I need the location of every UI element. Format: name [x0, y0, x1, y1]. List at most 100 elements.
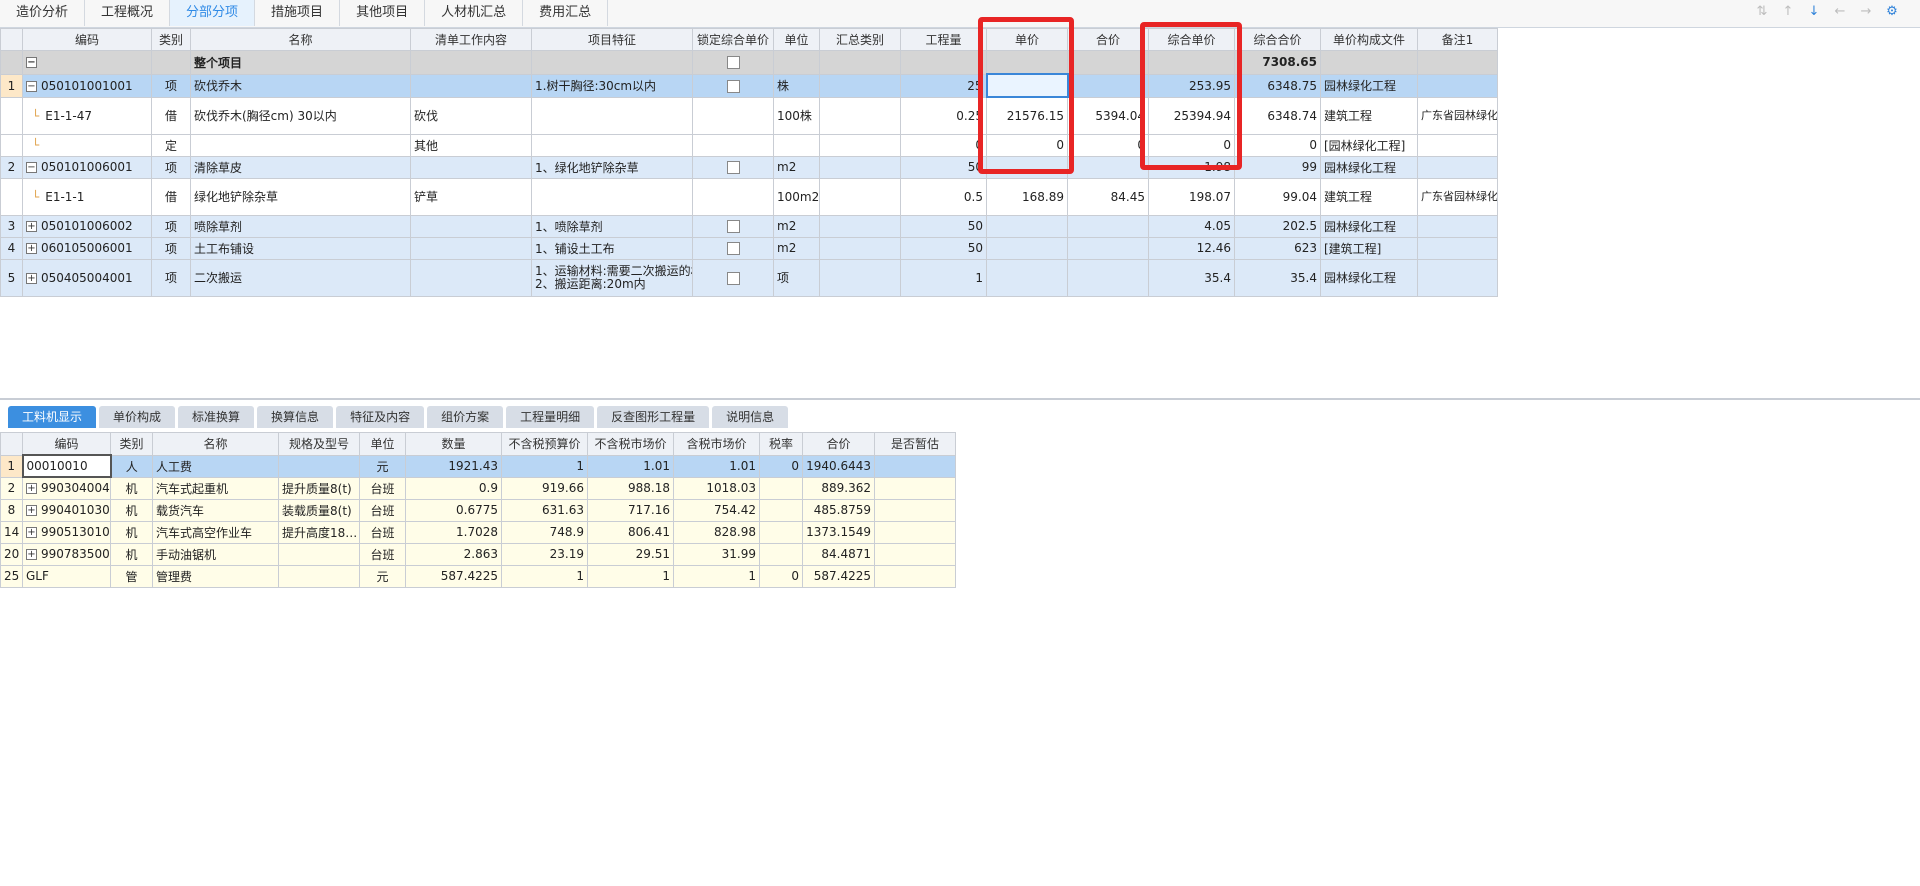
- column-header-2[interactable]: 名称: [190, 28, 411, 51]
- res-estimate-cell[interactable]: [874, 498, 956, 522]
- res-unit-cell[interactable]: 台班: [359, 498, 406, 522]
- unit-price-cell[interactable]: 198.07: [1148, 177, 1235, 216]
- res-code-cell[interactable]: 00010010: [21, 454, 112, 478]
- code-cell[interactable]: └ E1-1-1: [22, 177, 152, 216]
- unit-cell[interactable]: 100m2: [773, 177, 820, 216]
- res-code-cell[interactable]: +990513010: [22, 520, 111, 544]
- res-tax-market-price-cell[interactable]: 754.42: [673, 498, 760, 522]
- res-spec-cell[interactable]: 提升质量8(t): [278, 476, 360, 500]
- amount-cell[interactable]: [1067, 73, 1149, 98]
- unit-cell[interactable]: 株: [773, 73, 820, 98]
- res-code-cell[interactable]: +990783500: [22, 542, 111, 566]
- res-code-cell[interactable]: GLF: [22, 564, 111, 588]
- feature-cell[interactable]: 1、运输材料:需要二次搬运的材料2、搬运距离:20m内: [531, 258, 693, 297]
- lock-cell[interactable]: [692, 258, 774, 297]
- sub-row[interactable]: └ E1-1-47 借砍伐乔木(胸径cm) 30以内 砍伐 100株 0.25 21576.…: [0, 96, 1498, 135]
- res-name-cell[interactable]: 管理费: [152, 564, 279, 588]
- code-cell[interactable]: +060105006001: [22, 236, 152, 260]
- feature-cell[interactable]: [531, 133, 693, 157]
- note-cell[interactable]: [1417, 73, 1498, 98]
- res-qty-cell[interactable]: 1.7028: [405, 520, 502, 544]
- res-type-cell[interactable]: 机: [110, 476, 153, 500]
- res-name-cell[interactable]: 载货汽车: [152, 498, 279, 522]
- amount-cell[interactable]: 5394.04: [1067, 96, 1149, 135]
- work-cell[interactable]: 砍伐: [410, 96, 532, 135]
- qty-cell[interactable]: 0: [900, 133, 987, 157]
- file-cell[interactable]: 园林绿化工程: [1320, 258, 1418, 297]
- res-tax-market-price-cell[interactable]: 1018.03: [673, 476, 760, 500]
- bottom-tab-8[interactable]: 说明信息: [712, 406, 789, 428]
- lock-cell[interactable]: [692, 50, 774, 75]
- price-cell[interactable]: [986, 258, 1068, 297]
- type-cell[interactable]: 项: [151, 214, 191, 238]
- qty-cell[interactable]: 1: [900, 258, 987, 297]
- qty-cell[interactable]: 50: [900, 214, 987, 238]
- feature-cell[interactable]: 1、绿化地铲除杂草: [531, 155, 693, 179]
- res-tax-rate-cell[interactable]: 0: [759, 564, 803, 588]
- res-total-cell[interactable]: 587.4225: [802, 564, 875, 588]
- bottom-tab-3[interactable]: 换算信息: [257, 406, 334, 428]
- bottom-tab-7[interactable]: 反查图形工程量: [597, 406, 710, 428]
- unit-total-cell[interactable]: 35.4: [1234, 258, 1321, 297]
- price-cell[interactable]: [986, 214, 1068, 238]
- category-cell[interactable]: [819, 155, 901, 179]
- price-cell[interactable]: [986, 236, 1068, 260]
- type-cell[interactable]: 项: [151, 73, 191, 98]
- resource-row[interactable]: 25 GLF 管管理费元 587.4225 1 1 1 0 587.4225: [0, 564, 956, 588]
- code-cell[interactable]: +050405004001: [22, 258, 152, 297]
- res-estimate-cell[interactable]: [874, 454, 956, 478]
- lock-checkbox[interactable]: [726, 79, 740, 93]
- bottom-tab-0[interactable]: 工料机显示: [8, 406, 97, 428]
- resource-row[interactable]: 8 +990401030 机载货汽车 装载质量8(t) 台班 0.6775 631.63 71…: [0, 498, 956, 522]
- resource-header-3[interactable]: 规格及型号: [278, 432, 360, 456]
- type-cell[interactable]: 定: [151, 133, 191, 157]
- column-header-12[interactable]: 综合合价: [1234, 28, 1321, 51]
- unit-price-cell[interactable]: 12.46: [1148, 236, 1235, 260]
- name-cell[interactable]: 土工布铺设: [190, 236, 411, 260]
- work-cell[interactable]: [410, 258, 532, 297]
- category-cell[interactable]: [819, 214, 901, 238]
- category-cell[interactable]: [819, 96, 901, 135]
- category-cell[interactable]: [819, 177, 901, 216]
- note-cell[interactable]: [1417, 214, 1498, 238]
- res-budget-price-cell[interactable]: 1: [501, 454, 588, 478]
- res-market-price-cell[interactable]: 1: [587, 564, 674, 588]
- res-spec-cell[interactable]: [278, 564, 360, 588]
- work-cell[interactable]: [410, 236, 532, 260]
- column-header-1[interactable]: 类别: [151, 28, 191, 51]
- unit-total-cell[interactable]: 6348.74: [1234, 96, 1321, 135]
- column-header-14[interactable]: 备注1: [1417, 28, 1498, 51]
- column-header-0[interactable]: 编码: [22, 28, 152, 51]
- res-name-cell[interactable]: 汽车式高空作业车: [152, 520, 279, 544]
- code-cell[interactable]: +050101006002: [22, 214, 152, 238]
- resource-row[interactable]: 14 +990513010 机汽车式高空作业车 提升高度18… 台班 1.7028 748.…: [0, 520, 956, 544]
- code-cell[interactable]: └ E1-1-47: [22, 96, 152, 135]
- lock-cell[interactable]: [692, 214, 774, 238]
- resource-header-9[interactable]: 税率: [759, 432, 803, 456]
- res-spec-cell[interactable]: [278, 454, 360, 478]
- sub-row[interactable]: └ 定其他 0 0 0 0 0 [园林绿化工程]: [0, 133, 1498, 157]
- res-market-price-cell[interactable]: 717.16: [587, 498, 674, 522]
- tab-2[interactable]: 分部分项: [170, 0, 256, 26]
- unit-total-cell[interactable]: 0: [1234, 133, 1321, 157]
- summary-row[interactable]: − 整个项目 7308.65: [0, 50, 1498, 75]
- lock-checkbox[interactable]: [726, 220, 740, 233]
- qty-cell[interactable]: 50: [900, 155, 987, 179]
- tab-0[interactable]: 造价分析: [0, 0, 86, 26]
- res-name-cell[interactable]: 手动油锯机: [152, 542, 279, 566]
- unit-total-cell[interactable]: 99.04: [1234, 177, 1321, 216]
- column-header-5[interactable]: 锁定综合单价: [692, 28, 774, 51]
- expand-icon[interactable]: +: [26, 483, 37, 495]
- file-cell[interactable]: 建筑工程: [1320, 177, 1418, 216]
- name-cell[interactable]: 二次搬运: [190, 258, 411, 297]
- item-row[interactable]: 5+050405004001项二次搬运1、运输材料:需要二次搬运的材料2、搬运距…: [0, 258, 1498, 297]
- code-cell[interactable]: └: [22, 133, 152, 157]
- res-tax-market-price-cell[interactable]: 31.99: [673, 542, 760, 566]
- res-type-cell[interactable]: 机: [110, 498, 153, 522]
- type-cell[interactable]: 借: [151, 96, 191, 135]
- expand-icon[interactable]: +: [26, 272, 37, 284]
- res-unit-cell[interactable]: 台班: [359, 542, 406, 566]
- column-header-4[interactable]: 项目特征: [531, 28, 693, 51]
- category-cell[interactable]: [819, 258, 901, 297]
- resource-header-4[interactable]: 单位: [359, 432, 406, 456]
